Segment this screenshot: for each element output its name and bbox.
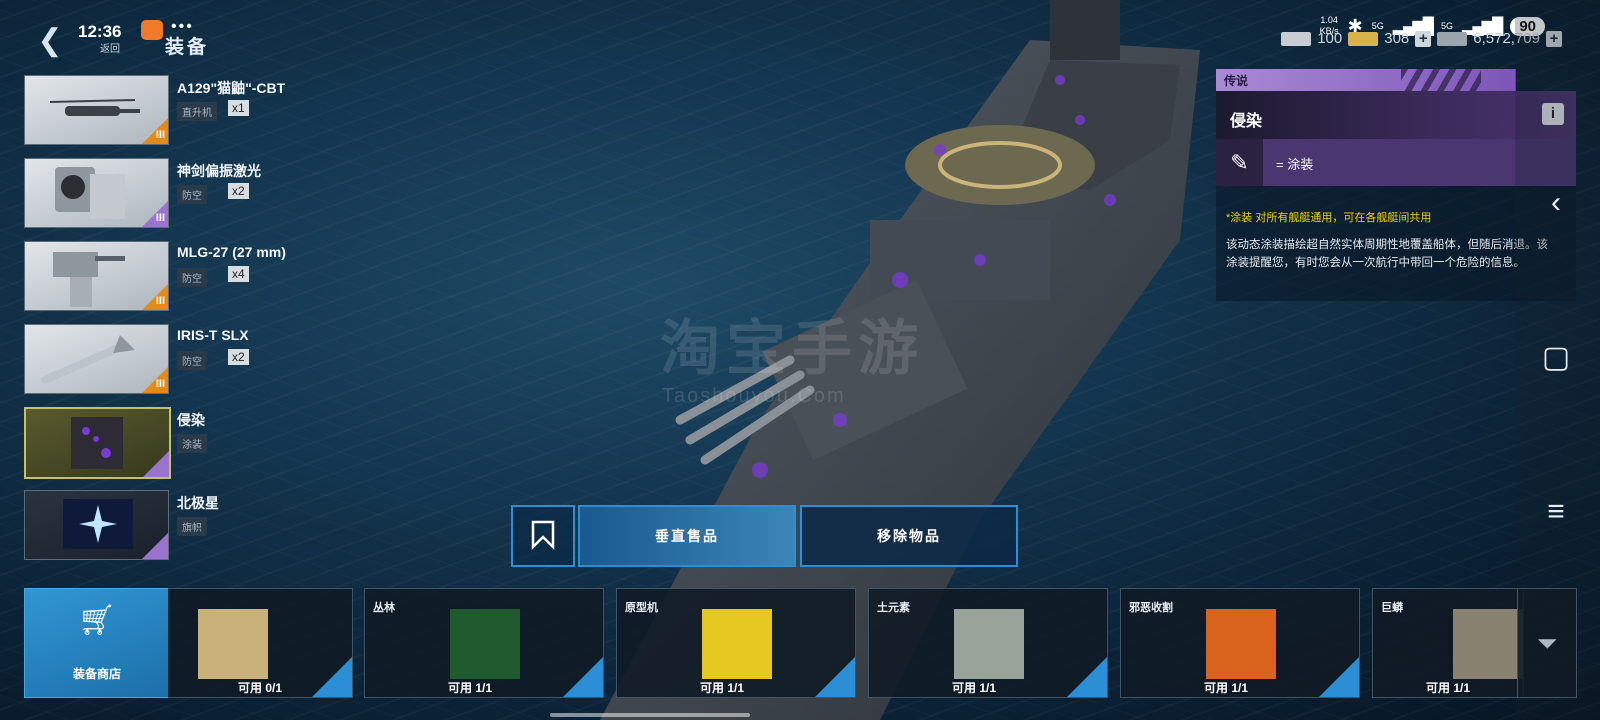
- filter-icon: ⏷: [1536, 628, 1558, 658]
- equipment-name: A129"猫鼬"-CBT: [177, 80, 286, 96]
- tier-label: III: [155, 212, 165, 224]
- shop-label: 装备商店: [72, 667, 121, 681]
- category-map[interactable]: 可用 0/1: [168, 588, 353, 698]
- category-jungle[interactable]: 丛林 可用 1/1: [364, 588, 604, 698]
- nav-back-icon[interactable]: ‹: [1538, 186, 1574, 220]
- category-thumbnail: [1206, 609, 1276, 679]
- currency-gold: 308: [1384, 30, 1410, 47]
- filter-button[interactable]: ⏷: [1517, 588, 1577, 698]
- category-availability: 可用 1/1: [951, 681, 997, 695]
- category-thumbnail: [198, 609, 268, 679]
- category-title: 邪恶收割: [1129, 602, 1173, 614]
- equipment-tag: 防空: [177, 268, 207, 287]
- category-earth[interactable]: 土元素 可用 1/1: [868, 588, 1108, 698]
- rarity-label: 传说: [1224, 74, 1249, 88]
- tier-label: III: [155, 295, 165, 307]
- equipment-name: MLG-27 (27 mm): [177, 244, 286, 260]
- equipment-name: 神剑偏振激光: [177, 163, 261, 179]
- tier-badge: [143, 451, 169, 477]
- tier-badge: [142, 533, 168, 559]
- rarity-stripes: [1401, 69, 1481, 91]
- category-title: 丛林: [373, 602, 395, 614]
- watermark-text: 淘宝手游: [660, 315, 924, 382]
- add-gold-button[interactable]: +: [1415, 30, 1432, 47]
- category-title: 土元素: [877, 602, 910, 614]
- equipment-name: 侵染: [177, 412, 205, 428]
- watermark-url: Taoshouyou.Com: [662, 385, 846, 407]
- equipment-tag: 直升机: [177, 102, 217, 121]
- category-python[interactable]: 巨蟒 可用 1/1: [1372, 588, 1524, 698]
- equipment-thumbnail: III: [24, 158, 169, 228]
- equipment-item-helicopter[interactable]: III A129"猫鼬"-CBT 直升机 x1: [24, 75, 324, 145]
- equipment-qty: x4: [228, 266, 249, 282]
- equipment-item-flag[interactable]: 北极星 旗帜: [24, 490, 324, 560]
- category-corner: [312, 657, 352, 697]
- tier-label: III: [155, 129, 165, 141]
- tier-label: III: [155, 378, 165, 390]
- category-thumbnail: [450, 609, 520, 679]
- equipment-tag: 防空: [177, 351, 207, 370]
- nav-menu-icon[interactable]: ≡: [1538, 495, 1574, 529]
- category-thumbnail: [954, 609, 1024, 679]
- category-availability: 可用 1/1: [1425, 681, 1471, 695]
- equipment-item-iris-t[interactable]: III IRIS-T SLX 防空 x2: [24, 324, 324, 394]
- back-label: 返回: [100, 44, 120, 55]
- equipment-tag: 涂装: [177, 434, 207, 453]
- cart-icon: 🛒︎: [78, 604, 117, 637]
- bookmark-button[interactable]: [511, 505, 575, 567]
- chevron-left-icon: ❮: [37, 24, 63, 57]
- equipment-qty: x1: [228, 100, 249, 116]
- equipment-thumbnail: [24, 407, 171, 479]
- equipment-thumbnail: [24, 490, 169, 560]
- item-description: 该动态涂装描绘超自然实体周期性地覆盖船体，但随后消退。该涂装提醒您，有时您会从一…: [1226, 239, 1548, 269]
- spray-paint-icon: ✎: [1216, 139, 1263, 186]
- screen-record-icon: [141, 20, 163, 40]
- category-title: 原型机: [625, 602, 658, 614]
- clock: 12:36: [78, 22, 122, 41]
- scroll-indicator: [550, 713, 750, 717]
- equipment-item-laser[interactable]: III 神剑偏振激光 防空 x2: [24, 158, 324, 228]
- gold-icon: [1348, 31, 1379, 46]
- rarity-bar: 传说: [1216, 69, 1516, 91]
- item-title: 侵染: [1230, 113, 1263, 130]
- category-corner: [1067, 657, 1107, 697]
- nav-home-icon[interactable]: ▢: [1538, 340, 1574, 375]
- category-title: 巨蟒: [1381, 602, 1403, 614]
- equipment-tag: 旗帜: [177, 517, 207, 536]
- remove-item-button[interactable]: 移除物品: [800, 505, 1018, 567]
- credits-icon: [1437, 31, 1468, 46]
- equipment-name: 北极星: [177, 495, 219, 511]
- equipment-tag: 防空: [177, 185, 207, 204]
- category-prototype[interactable]: 原型机 可用 1/1: [616, 588, 856, 698]
- equipment-qty: x2: [228, 349, 249, 365]
- equipment-thumbnail: III: [24, 324, 169, 394]
- category-availability: 可用 1/1: [699, 681, 745, 695]
- item-type-label: = 涂装: [1276, 157, 1314, 172]
- equipment-name: IRIS-T SLX: [177, 327, 249, 343]
- category-corner: [815, 657, 855, 697]
- category-thumbnail: [1453, 609, 1523, 679]
- category-availability: 可用 1/1: [1203, 681, 1249, 695]
- equip-button[interactable]: 垂直售品: [578, 505, 796, 567]
- category-availability: 可用 1/1: [447, 681, 493, 695]
- equipment-item-mlg27[interactable]: III MLG-27 (27 mm) 防空 x4: [24, 241, 324, 311]
- category-harvest[interactable]: 邪恶收割 可用 1/1: [1120, 588, 1360, 698]
- category-thumbnail: [702, 609, 772, 679]
- equipment-item-camo-selected[interactable]: 侵染 涂装: [24, 407, 324, 479]
- silver-icon: [1281, 31, 1312, 46]
- equipment-qty: x2: [228, 183, 249, 199]
- category-corner: [563, 657, 603, 697]
- equipment-shop-button[interactable]: 🛒︎ 装备商店: [24, 588, 170, 698]
- camo-category-bar: 🛒︎ 装备商店 可用 0/1 丛林 可用 1/1 原型机 可用 1/1 土元素 …: [24, 588, 1577, 698]
- page-title: 装备: [165, 37, 210, 58]
- equipment-thumbnail: III: [24, 241, 169, 311]
- currency-silver: 100: [1317, 30, 1343, 47]
- equipment-thumbnail: III: [24, 75, 169, 145]
- category-corner: [1319, 657, 1359, 697]
- back-button[interactable]: ❮: [30, 24, 70, 58]
- item-note: *涂装 对所有舰艇通用，可在各舰艇间共用: [1226, 212, 1432, 224]
- bookmark-icon: [531, 520, 555, 551]
